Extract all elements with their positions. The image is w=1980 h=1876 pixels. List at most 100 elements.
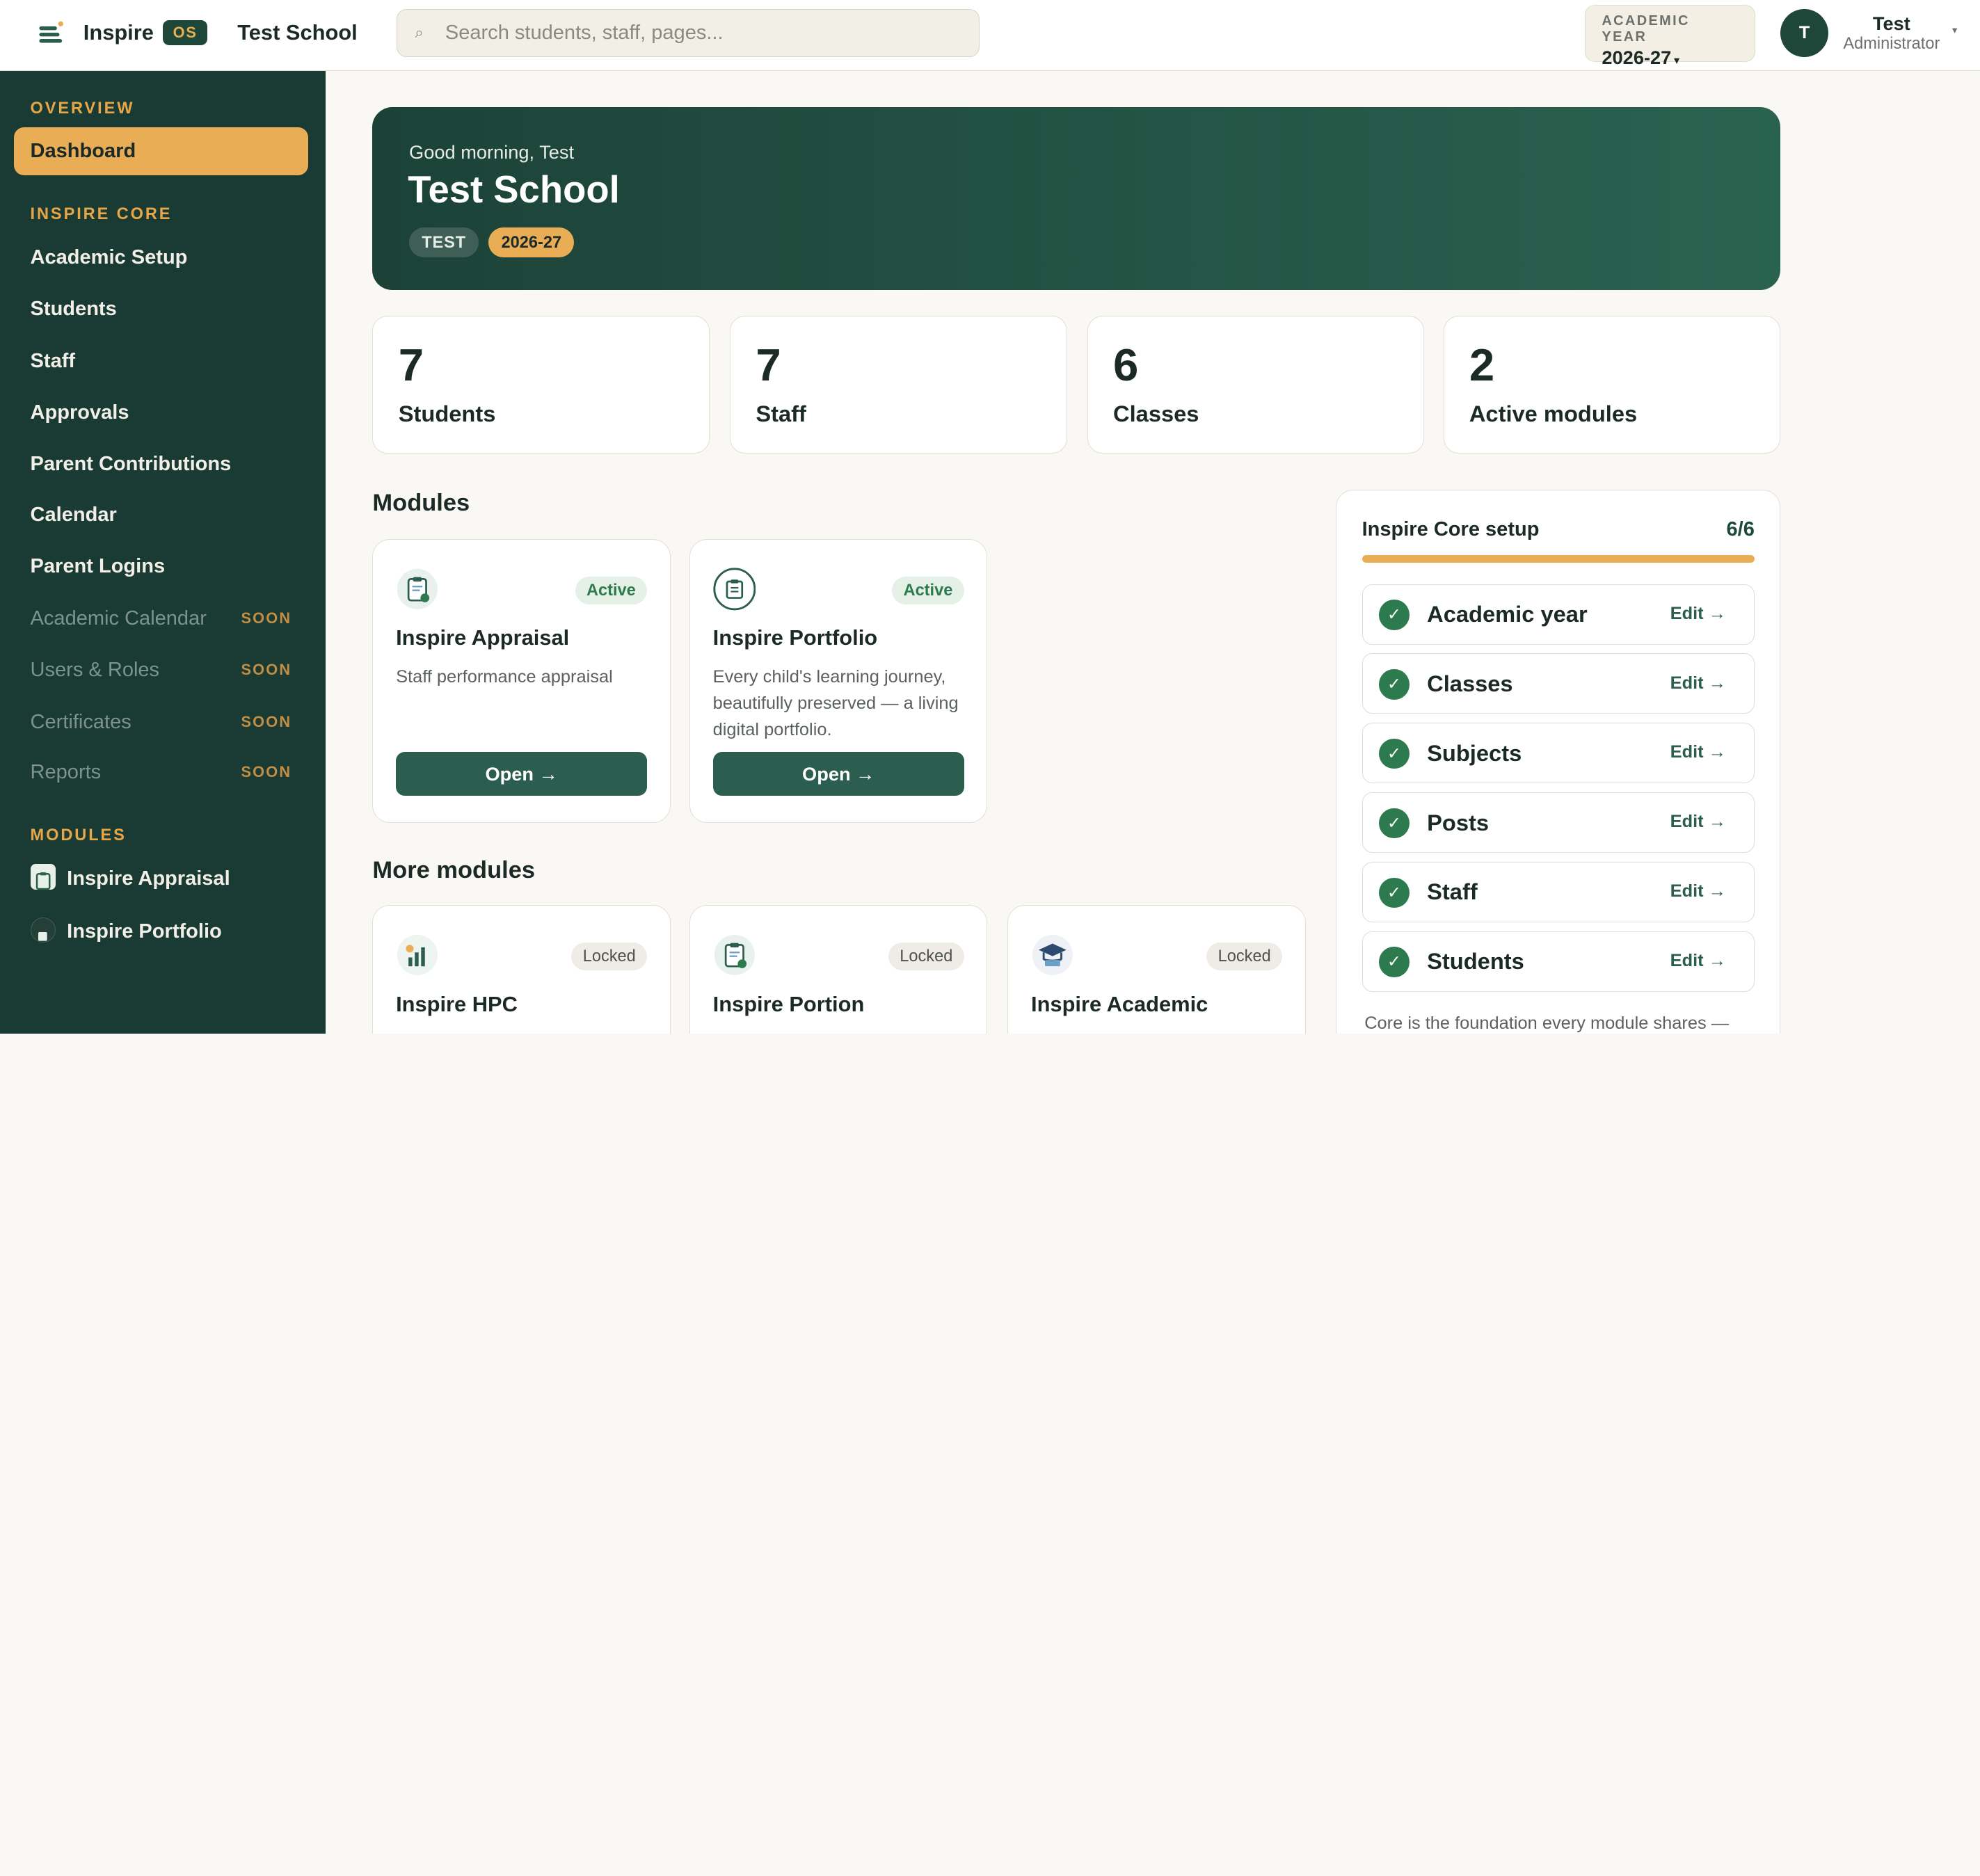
setup-row-label: Posts bbox=[1427, 809, 1490, 835]
soon-badge: SOON bbox=[241, 609, 292, 627]
setup-row-label: Subjects bbox=[1427, 739, 1522, 766]
sidebar-item-dashboard[interactable]: Dashboard bbox=[13, 127, 308, 176]
stat-label: Students bbox=[398, 401, 496, 427]
open-portfolio-button[interactable]: Open → bbox=[712, 751, 964, 796]
soon-badge: SOON bbox=[241, 712, 292, 730]
edit-subjects-link[interactable]: Edit → bbox=[1670, 742, 1726, 762]
sidebar-section-core: INSPIRE CORE bbox=[30, 205, 173, 223]
user-menu-caret-icon[interactable]: ▾ bbox=[1952, 25, 1957, 36]
sidebar-item-parent-logins[interactable]: Parent Logins bbox=[14, 543, 308, 591]
sidebar-item-students[interactable]: Students bbox=[14, 285, 308, 333]
more-modules-heading: More modules bbox=[372, 857, 536, 884]
stat-card-classes[interactable]: 6 Classes bbox=[1087, 315, 1425, 454]
sidebar: OVERVIEW Dashboard INSPIRE CORE Academic… bbox=[0, 70, 326, 1034]
stack-logo-icon bbox=[39, 21, 63, 43]
caret-down-icon: ▾ bbox=[1673, 54, 1680, 67]
stat-value: 7 bbox=[398, 339, 424, 391]
sidebar-item-label: Calendar bbox=[30, 504, 117, 527]
setup-row-posts: ✓ Posts Edit → bbox=[1362, 792, 1755, 853]
setup-row-staff: ✓ Staff Edit → bbox=[1362, 861, 1755, 922]
avatar[interactable]: T bbox=[1780, 8, 1829, 57]
sidebar-item-inspire-portfolio[interactable]: Inspire Portfolio bbox=[14, 908, 308, 956]
edit-academic-year-link[interactable]: Edit → bbox=[1670, 604, 1726, 624]
academic-year-chip: 2026-27 bbox=[488, 227, 575, 258]
stat-label: Active modules bbox=[1469, 401, 1638, 427]
setup-row-label: Academic year bbox=[1427, 601, 1588, 627]
stat-card-students[interactable]: 7 Students bbox=[372, 315, 710, 454]
module-card-inspire-hpc[interactable]: Locked Inspire HPC bbox=[372, 905, 671, 1034]
core-setup-footer: Core is the foundation every module shar… bbox=[1364, 1013, 1730, 1033]
setup-row-label: Students bbox=[1427, 948, 1524, 975]
sidebar-item-users-roles: Users & Roles SOON bbox=[14, 646, 308, 694]
growth-chart-icon bbox=[397, 935, 438, 976]
setup-row-label: Staff bbox=[1427, 879, 1478, 905]
edit-classes-link[interactable]: Edit → bbox=[1670, 673, 1726, 694]
school-name: Test School bbox=[237, 20, 358, 45]
check-icon: ✓ bbox=[1379, 947, 1410, 977]
stat-value: 6 bbox=[1113, 339, 1139, 391]
setup-row-classes: ✓ Classes Edit → bbox=[1362, 653, 1755, 714]
module-name: Inspire Portion bbox=[712, 991, 865, 1016]
edit-students-link[interactable]: Edit → bbox=[1670, 951, 1726, 971]
sidebar-item-approvals[interactable]: Approvals bbox=[14, 389, 308, 437]
sidebar-item-parent-contributions[interactable]: Parent Contributions bbox=[14, 440, 308, 488]
page-title: Test School bbox=[408, 168, 620, 211]
portfolio-folder-icon bbox=[713, 568, 756, 611]
module-description: Staff performance appraisal bbox=[396, 666, 613, 687]
status-badge: Active bbox=[575, 576, 648, 604]
academic-year-selector[interactable]: ACADEMIC YEAR 2026-27 ▾ bbox=[1584, 5, 1755, 68]
setup-row-subjects: ✓ Subjects Edit → bbox=[1362, 723, 1755, 784]
clipboard-check-icon bbox=[714, 935, 755, 976]
module-card-inspire-academic[interactable]: Locked Inspire Academic bbox=[1007, 905, 1306, 1034]
sidebar-item-reports: Reports SOON bbox=[14, 748, 308, 796]
status-badge: Locked bbox=[571, 942, 648, 970]
user-role: Administrator bbox=[1843, 34, 1940, 52]
check-icon: ✓ bbox=[1379, 600, 1410, 630]
brand-name[interactable]: Inspire bbox=[83, 20, 154, 45]
global-search[interactable]: ⌕ bbox=[396, 8, 980, 57]
sidebar-item-label: Students bbox=[30, 298, 117, 321]
sidebar-section-modules: MODULES bbox=[30, 825, 127, 844]
module-card-inspire-portion[interactable]: Locked Inspire Portion bbox=[689, 905, 988, 1034]
sidebar-item-label: Parent Contributions bbox=[30, 453, 232, 476]
sidebar-item-label: Approvals bbox=[30, 401, 129, 424]
stat-value: 7 bbox=[756, 339, 781, 391]
module-name: Inspire HPC bbox=[396, 991, 518, 1016]
app-root: Inspire OS Test School ⌕ ACADEMIC YEAR 2… bbox=[0, 0, 1980, 1034]
sidebar-item-label: Staff bbox=[30, 349, 76, 372]
sidebar-item-label: Users & Roles bbox=[30, 659, 160, 682]
sidebar-item-calendar[interactable]: Calendar bbox=[14, 491, 308, 539]
user-name[interactable]: Test bbox=[1833, 13, 1949, 35]
sidebar-item-academic-setup[interactable]: Academic Setup bbox=[14, 234, 308, 282]
sidebar-item-academic-calendar: Academic Calendar SOON bbox=[14, 595, 308, 643]
stat-card-active-modules[interactable]: 2 Active modules bbox=[1443, 315, 1781, 454]
welcome-banner: Good morning, Test Test School TEST 2026… bbox=[372, 107, 1781, 291]
setup-row-academic-year: ✓ Academic year Edit → bbox=[1362, 584, 1755, 645]
status-badge: Locked bbox=[888, 942, 964, 970]
sidebar-item-label: Reports bbox=[30, 761, 102, 784]
search-input[interactable] bbox=[445, 21, 950, 45]
check-icon: ✓ bbox=[1379, 738, 1410, 769]
search-icon: ⌕ bbox=[415, 24, 424, 42]
edit-posts-link[interactable]: Edit → bbox=[1670, 812, 1726, 832]
module-card-inspire-appraisal: Active Inspire Appraisal Staff performan… bbox=[372, 539, 671, 824]
edit-staff-link[interactable]: Edit → bbox=[1670, 881, 1726, 901]
sidebar-item-inspire-appraisal[interactable]: Inspire Appraisal bbox=[14, 855, 308, 903]
module-name: Inspire Appraisal bbox=[396, 625, 570, 650]
soon-badge: SOON bbox=[241, 763, 292, 781]
open-appraisal-button[interactable]: Open → bbox=[396, 751, 648, 796]
module-card-inspire-portfolio: Active Inspire Portfolio Every child's l… bbox=[689, 539, 988, 824]
clipboard-check-icon bbox=[397, 568, 438, 609]
academic-year-label: ACADEMIC YEAR bbox=[1602, 13, 1690, 45]
sidebar-item-label: Inspire Appraisal bbox=[67, 867, 230, 890]
sidebar-item-staff[interactable]: Staff bbox=[14, 337, 308, 385]
stat-card-staff[interactable]: 7 Staff bbox=[730, 315, 1067, 454]
appraisal-icon bbox=[30, 864, 56, 890]
stat-label: Staff bbox=[756, 401, 806, 427]
brand-badge: OS bbox=[163, 20, 208, 46]
stat-value: 2 bbox=[1469, 339, 1495, 391]
modules-heading: Modules bbox=[372, 490, 470, 517]
school-code-chip: TEST bbox=[409, 227, 479, 258]
stat-label: Classes bbox=[1113, 401, 1199, 427]
soon-badge: SOON bbox=[241, 661, 292, 679]
